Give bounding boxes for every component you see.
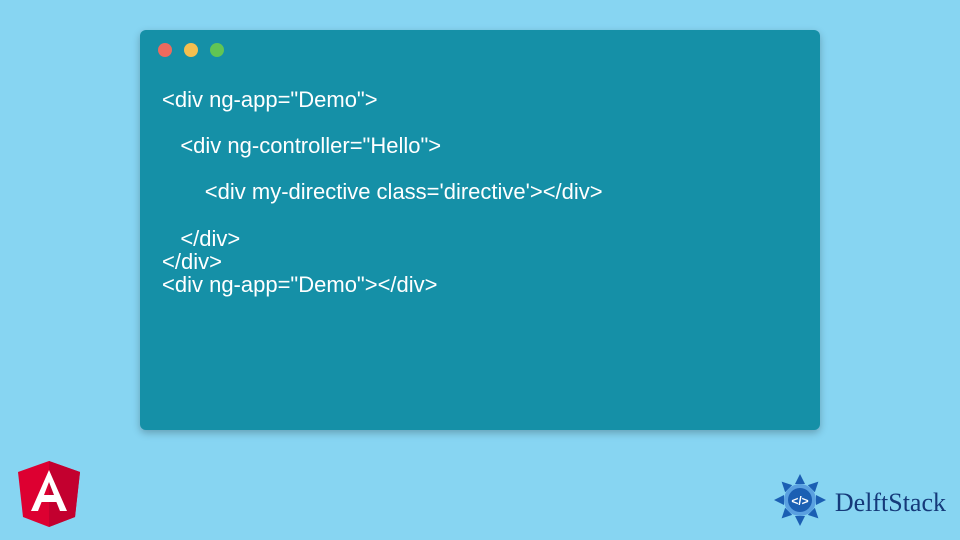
delftstack-logo: </> DelftStack xyxy=(771,471,946,534)
minimize-icon xyxy=(184,43,198,57)
svg-text:</>: </> xyxy=(791,494,808,508)
code-content: <div ng-app="Demo"> <div ng-controller="… xyxy=(140,70,820,296)
delftstack-emblem-icon: </> xyxy=(771,471,829,534)
code-panel: <div ng-app="Demo"> <div ng-controller="… xyxy=(140,30,820,430)
angular-logo-icon xyxy=(18,461,80,532)
window-titlebar xyxy=(140,30,820,70)
close-icon xyxy=(158,43,172,57)
brand-name: DelftStack xyxy=(835,488,946,518)
maximize-icon xyxy=(210,43,224,57)
